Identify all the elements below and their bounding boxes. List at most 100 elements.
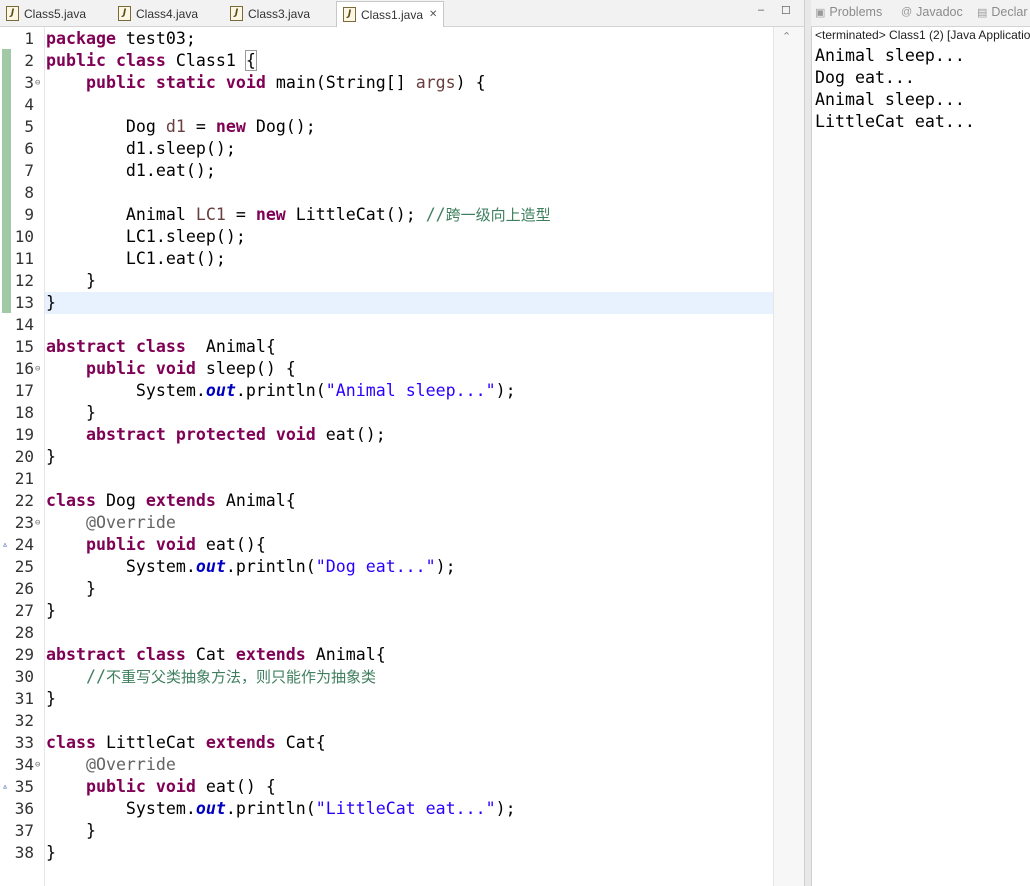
code-line[interactable]: 29 abstract class Cat extends Animal{	[0, 644, 773, 666]
code-line[interactable]: 17 System.out.println("Animal sleep...")…	[0, 380, 773, 402]
code-line[interactable]: 22 class Dog extends Animal{	[0, 490, 773, 512]
code-text: LC1.eat();	[46, 249, 226, 268]
console-output[interactable]: Animal sleep... Dog eat... Animal sleep.…	[811, 45, 1030, 886]
tab-label: Class1.java	[361, 7, 424, 22]
tab-declaration[interactable]: ▤ Declar	[977, 5, 1028, 19]
code-line[interactable]: 10 LC1.sleep();	[0, 226, 773, 248]
line-number: 15	[14, 337, 34, 356]
code-line[interactable]: 3 ⊖ public static void main(String[] args…	[0, 72, 773, 94]
line-number: 22	[14, 491, 34, 510]
code-line[interactable]: 28	[0, 622, 773, 644]
code-line[interactable]: 12 }	[0, 270, 773, 292]
line-number: 27	[14, 601, 34, 620]
code-line[interactable]: 8	[0, 182, 773, 204]
code-text: public static void main(String[] args) {	[85, 73, 486, 92]
code-line[interactable]: 23 ⊖ @Override	[0, 512, 773, 534]
code-line[interactable]: 27}	[0, 600, 773, 622]
line-number: 37	[14, 821, 34, 840]
code-line[interactable]: 4	[0, 94, 773, 116]
tab-label: Class3.java	[248, 6, 311, 21]
code-text: System.out.println("Dog eat...");	[46, 557, 456, 576]
tab-class4[interactable]: J Class4.java	[118, 2, 198, 25]
code-line[interactable]: 16 ⊖ public void sleep() {	[0, 358, 773, 380]
editor-tab-bar: J Class5.java J Class4.java J Class3.jav…	[0, 0, 804, 27]
editor-vertical-scrollbar[interactable]: ⌃	[773, 27, 805, 886]
code-line[interactable]: 35 ▵ public void eat() {	[0, 776, 773, 798]
code-line[interactable]: 33 class LittleCat extends Cat{	[0, 732, 773, 754]
console-line: Animal sleep...	[815, 90, 965, 109]
code-line[interactable]: 9 Animal LC1 = new LittleCat(); //跨一级向上造…	[0, 204, 773, 226]
code-text: }	[46, 601, 56, 620]
line-number: 34	[14, 755, 34, 774]
console-status: <terminated> Class1 (2) [Java Applicatio…	[815, 28, 1030, 42]
tab-class1[interactable]: J Class1.java ✕	[336, 1, 445, 27]
fold-toggle-icon[interactable]: ⊖	[35, 358, 40, 380]
code-line[interactable]: 13}	[0, 292, 773, 314]
code-line[interactable]: 37 }	[0, 820, 773, 842]
code-text: Animal LC1 = new LittleCat(); //跨一级向上造型	[46, 205, 551, 224]
code-line[interactable]: 11 LC1.eat();	[0, 248, 773, 270]
code-text: @Override	[85, 513, 176, 532]
line-number: 1	[24, 29, 34, 48]
scroll-up-icon[interactable]: ⌃	[782, 30, 791, 43]
code-text: public void sleep() {	[85, 359, 296, 378]
line-number: 29	[14, 645, 34, 664]
line-number: 36	[14, 799, 34, 818]
code-line[interactable]: 38}	[0, 842, 773, 864]
line-number: 26	[14, 579, 34, 598]
declaration-icon: ▤	[977, 6, 988, 19]
line-number: 31	[14, 689, 34, 708]
code-line[interactable]: 14	[0, 314, 773, 336]
line-number: 25	[14, 557, 34, 576]
code-line[interactable]: 2 public class Class1 {	[0, 50, 773, 72]
code-line[interactable]: 36 System.out.println("LittleCat eat..."…	[0, 798, 773, 820]
fold-toggle-icon[interactable]: ⊖	[35, 754, 40, 776]
code-line[interactable]: 30 //不重写父类抽象方法，则只能作为抽象类	[0, 666, 773, 688]
code-line[interactable]: 24 ▵ public void eat(){	[0, 534, 773, 556]
code-line[interactable]: 21	[0, 468, 773, 490]
line-number: 5	[24, 117, 34, 136]
tab-label: Declar	[991, 5, 1028, 19]
line-number: 28	[14, 623, 34, 642]
code-line[interactable]: 18 }	[0, 402, 773, 424]
javadoc-icon: @	[901, 6, 913, 18]
override-marker-icon[interactable]: ▵	[2, 534, 8, 556]
code-line[interactable]: 6 d1.sleep();	[0, 138, 773, 160]
tab-class5[interactable]: J Class5.java	[6, 2, 86, 25]
code-text: d1.sleep();	[46, 139, 236, 158]
tab-problems[interactable]: ▣ Problems	[815, 5, 882, 19]
code-text: LC1.sleep();	[46, 227, 246, 246]
java-file-icon: J	[6, 6, 19, 21]
line-number: 12	[14, 271, 34, 290]
code-text: package test03;	[46, 29, 196, 48]
tab-class3[interactable]: J Class3.java	[230, 2, 310, 25]
code-line[interactable]: 1 package test03;	[0, 28, 773, 50]
code-line[interactable]: 19 abstract protected void eat();	[0, 424, 773, 446]
fold-toggle-icon[interactable]: ⊖	[35, 72, 40, 94]
close-icon[interactable]: ✕	[429, 9, 437, 20]
line-number: 19	[14, 425, 34, 444]
console-tab-bar: ▣ Problems @ Javadoc ▤ Declar	[811, 0, 1030, 27]
code-text: }	[46, 821, 96, 840]
code-line[interactable]: 32	[0, 710, 773, 732]
maximize-icon[interactable]: ☐	[781, 4, 791, 17]
tab-javadoc[interactable]: @ Javadoc	[901, 5, 963, 19]
code-line[interactable]: 34 ⊖ @Override	[0, 754, 773, 776]
override-marker-icon[interactable]: ▵	[2, 776, 8, 798]
code-line[interactable]: 31}	[0, 688, 773, 710]
line-number: 9	[24, 205, 34, 224]
code-line[interactable]: 25 System.out.println("Dog eat...");	[0, 556, 773, 578]
code-line[interactable]: 26 }	[0, 578, 773, 600]
code-text: //不重写父类抽象方法，则只能作为抽象类	[85, 667, 376, 686]
line-number: 13	[14, 293, 34, 312]
code-text: class LittleCat extends Cat{	[46, 733, 326, 752]
code-line[interactable]: 20}	[0, 446, 773, 468]
fold-toggle-icon[interactable]: ⊖	[35, 512, 40, 534]
java-file-icon: J	[343, 7, 356, 22]
code-line[interactable]: 15 abstract class Animal{	[0, 336, 773, 358]
code-line[interactable]: 5 Dog d1 = new Dog();	[0, 116, 773, 138]
code-editor[interactable]: 1 package test03; 2 public class Class1 {3 ⊖…	[0, 27, 773, 886]
code-line[interactable]: 7 d1.eat();	[0, 160, 773, 182]
problems-icon: ▣	[815, 6, 826, 19]
minimize-icon[interactable]: –	[758, 4, 764, 16]
